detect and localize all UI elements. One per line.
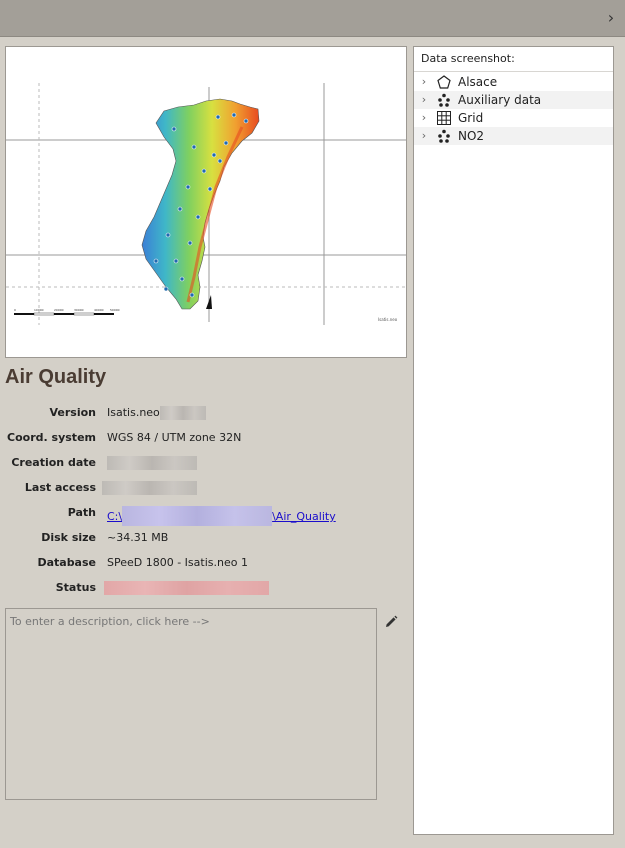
map-watermark: Isatis.neo (378, 317, 398, 322)
tree-item-label: Auxiliary data (458, 93, 542, 107)
creation-date-value (107, 456, 197, 470)
status-value (104, 581, 269, 595)
tree-header: Data screenshot: (414, 47, 613, 72)
chevron-right-icon[interactable]: › (603, 8, 619, 28)
creation-date-label: Creation date (11, 456, 96, 469)
tree-item-no2[interactable]: › NO2 (414, 127, 613, 145)
path-label: Path (67, 506, 96, 519)
map-thumbnail: 0 10000 20000 30000 40000 50000 Isatis.n… (6, 83, 406, 325)
redacted-block (159, 406, 206, 420)
scale-tick-label: 30000 (74, 308, 84, 312)
chevron-right-icon[interactable]: › (418, 127, 430, 145)
last-access-value (102, 481, 197, 495)
tree-item-label: Grid (458, 111, 484, 125)
version-label: Version (49, 406, 96, 419)
coord-system-value: WGS 84 / UTM zone 32N (107, 431, 242, 444)
pencil-icon[interactable] (383, 614, 399, 630)
path-link[interactable]: C:\ \Air_Quality (107, 506, 336, 526)
tree-item-label: NO2 (458, 129, 485, 143)
chevron-right-icon[interactable]: › (418, 109, 430, 127)
data-tree-panel: Data screenshot: › Alsace › Auxiliary da… (413, 46, 614, 835)
data-screenshot-preview: 0 10000 20000 30000 40000 50000 Isatis.n… (5, 46, 407, 358)
last-access-row: Last access (0, 476, 405, 501)
top-bar: › (0, 0, 625, 37)
status-label: Status (55, 581, 96, 594)
path-row: Path C:\ \Air_Quality (0, 501, 405, 526)
chevron-right-icon[interactable]: › (418, 91, 430, 109)
chevron-right-icon[interactable]: › (418, 73, 430, 91)
coord-system-label: Coord. system (7, 431, 96, 444)
version-value: Isatis.neo (107, 406, 206, 420)
tree-item-label: Alsace (458, 75, 498, 89)
scale-tick-label: 10000 (34, 308, 44, 312)
redacted-block (122, 506, 273, 526)
project-title: Air Quality (5, 366, 107, 388)
coord-system-row: Coord. system WGS 84 / UTM zone 32N (0, 426, 405, 451)
grid-icon (437, 111, 451, 125)
status-row: Status (0, 576, 405, 601)
scale-tick-label: 0 (14, 308, 16, 312)
description-placeholder: To enter a description, click here --> (10, 615, 210, 628)
properties-list: Version Isatis.neo Coord. system WGS 84 … (0, 401, 405, 601)
redacted-block (107, 456, 197, 470)
tree-item-grid[interactable]: › Grid (414, 109, 613, 127)
version-row: Version Isatis.neo (0, 401, 405, 426)
description-box[interactable]: To enter a description, click here --> (5, 608, 377, 800)
disk-size-row: Disk size ~34.31 MB (0, 526, 405, 551)
database-row: Database SPeeD 1800 - Isatis.neo 1 (0, 551, 405, 576)
disk-size-label: Disk size (41, 531, 96, 544)
points-icon (438, 129, 450, 143)
scale-tick-label: 50000 (110, 308, 120, 312)
scale-bar: 0 10000 20000 30000 40000 50000 (14, 308, 120, 316)
polygon-icon (437, 75, 451, 89)
creation-date-row: Creation date (0, 451, 405, 476)
redacted-block (102, 481, 197, 495)
scale-tick-label: 20000 (54, 308, 64, 312)
points-icon (438, 93, 450, 107)
redacted-block (104, 581, 269, 595)
scale-tick-label: 40000 (94, 308, 104, 312)
last-access-label: Last access (24, 481, 96, 494)
disk-size-value: ~34.31 MB (107, 531, 169, 544)
tree-item-alsace[interactable]: › Alsace (414, 73, 613, 91)
database-value: SPeeD 1800 - Isatis.neo 1 (107, 556, 248, 569)
database-label: Database (37, 556, 96, 569)
tree-item-auxiliary-data[interactable]: › Auxiliary data (414, 91, 613, 109)
